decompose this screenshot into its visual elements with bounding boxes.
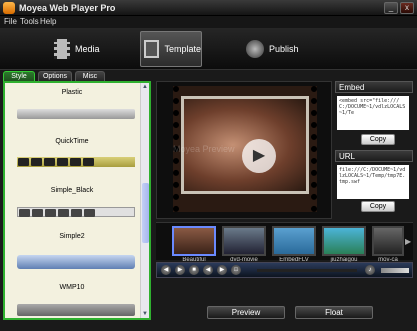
preview-button[interactable]: Preview bbox=[207, 306, 285, 319]
title-bar: Moyea Web Player Pro _ x bbox=[0, 0, 417, 16]
template-scrollbar[interactable]: ▲ ▼ bbox=[140, 83, 149, 318]
video-preview: ▶ Moyea Preview bbox=[156, 81, 332, 219]
nav-media-label: Media bbox=[75, 44, 100, 54]
nav-template-button[interactable]: Template bbox=[140, 31, 202, 67]
minimize-button[interactable]: _ bbox=[384, 2, 398, 14]
embed-copy-button[interactable]: Copy bbox=[361, 134, 395, 145]
app-logo-icon bbox=[3, 2, 15, 14]
menu-help[interactable]: Help bbox=[40, 17, 56, 26]
template-preview-wmp10[interactable] bbox=[17, 304, 135, 316]
thumbnail-item[interactable] bbox=[222, 226, 266, 256]
template-preview-quicktime[interactable] bbox=[17, 157, 135, 167]
scroll-thumb[interactable] bbox=[142, 183, 149, 243]
embed-header: Embed bbox=[335, 81, 413, 93]
volume-icon[interactable]: ♪ bbox=[365, 265, 375, 275]
scroll-down-icon[interactable]: ▼ bbox=[141, 310, 149, 318]
next-icon[interactable]: ▶ bbox=[217, 265, 227, 275]
template-name-plastic: Plastic bbox=[61, 89, 83, 96]
url-code-box[interactable]: file:///C:/DOCUME~1/vdlzLOCALS~1/Temp/tm… bbox=[337, 165, 409, 199]
template-name-simple-black: Simple_Black bbox=[50, 187, 94, 194]
menu-bar: File Tools Help bbox=[0, 16, 417, 28]
volume-slider[interactable] bbox=[381, 268, 409, 273]
player-control-bar: ◀ ▶ ■ ◀ ▶ □ ♪ bbox=[156, 262, 413, 278]
float-button[interactable]: Float bbox=[295, 306, 373, 319]
publish-icon bbox=[246, 40, 264, 58]
thumbnail-item[interactable] bbox=[322, 226, 366, 256]
stop-icon[interactable]: ■ bbox=[189, 265, 199, 275]
thumbnail-item[interactable] bbox=[272, 226, 316, 256]
prev-icon[interactable]: ◀ bbox=[203, 265, 213, 275]
embed-code-box[interactable]: <embed src="file:///C:/DOCUME~1/vdlzLOCA… bbox=[337, 96, 409, 130]
play-icon[interactable]: ▶ bbox=[242, 139, 276, 173]
close-button[interactable]: x bbox=[400, 2, 414, 14]
preview-watermark: Moyea Preview bbox=[173, 144, 235, 154]
window-title: Moyea Web Player Pro bbox=[19, 3, 116, 13]
scroll-up-icon[interactable]: ▲ bbox=[141, 83, 149, 91]
template-icon bbox=[144, 40, 160, 58]
thumbnail-item[interactable] bbox=[172, 226, 216, 256]
nav-template-label: Template bbox=[164, 44, 201, 54]
template-preview-plastic[interactable] bbox=[17, 109, 135, 119]
nav-publish-button[interactable]: Publish bbox=[246, 31, 299, 67]
template-name-quicktime: QuickTime bbox=[55, 138, 89, 145]
menu-file[interactable]: File bbox=[4, 17, 17, 26]
nav-publish-label: Publish bbox=[269, 44, 299, 54]
thumbnail-item[interactable] bbox=[372, 226, 404, 256]
seek-bar[interactable] bbox=[257, 269, 357, 272]
rewind-icon[interactable]: ◀ bbox=[161, 265, 171, 275]
url-header: URL bbox=[335, 150, 413, 162]
fullscreen-icon[interactable]: □ bbox=[231, 265, 241, 275]
template-name-wmp10: WMP10 bbox=[59, 284, 85, 291]
menu-tools[interactable]: Tools bbox=[20, 17, 39, 26]
url-copy-button[interactable]: Copy bbox=[361, 201, 395, 212]
template-name-simple2: Simple2 bbox=[59, 233, 85, 240]
media-thumbnail-strip: Beautiful dvd-movie EmbedFLV jiuzhaigou … bbox=[156, 222, 413, 263]
play-control-icon[interactable]: ▶ bbox=[175, 265, 185, 275]
nav-media-button[interactable]: Media bbox=[54, 31, 100, 67]
strip-right-arrow-icon[interactable]: ▶ bbox=[405, 237, 413, 247]
film-icon bbox=[54, 39, 70, 59]
template-preview-simple2[interactable] bbox=[17, 255, 135, 269]
template-preview-simple-black[interactable] bbox=[17, 207, 135, 217]
template-list: Plastic QuickTime Simple_Black Simple2 W… bbox=[3, 81, 151, 320]
top-nav: Media Template Publish bbox=[0, 28, 417, 70]
